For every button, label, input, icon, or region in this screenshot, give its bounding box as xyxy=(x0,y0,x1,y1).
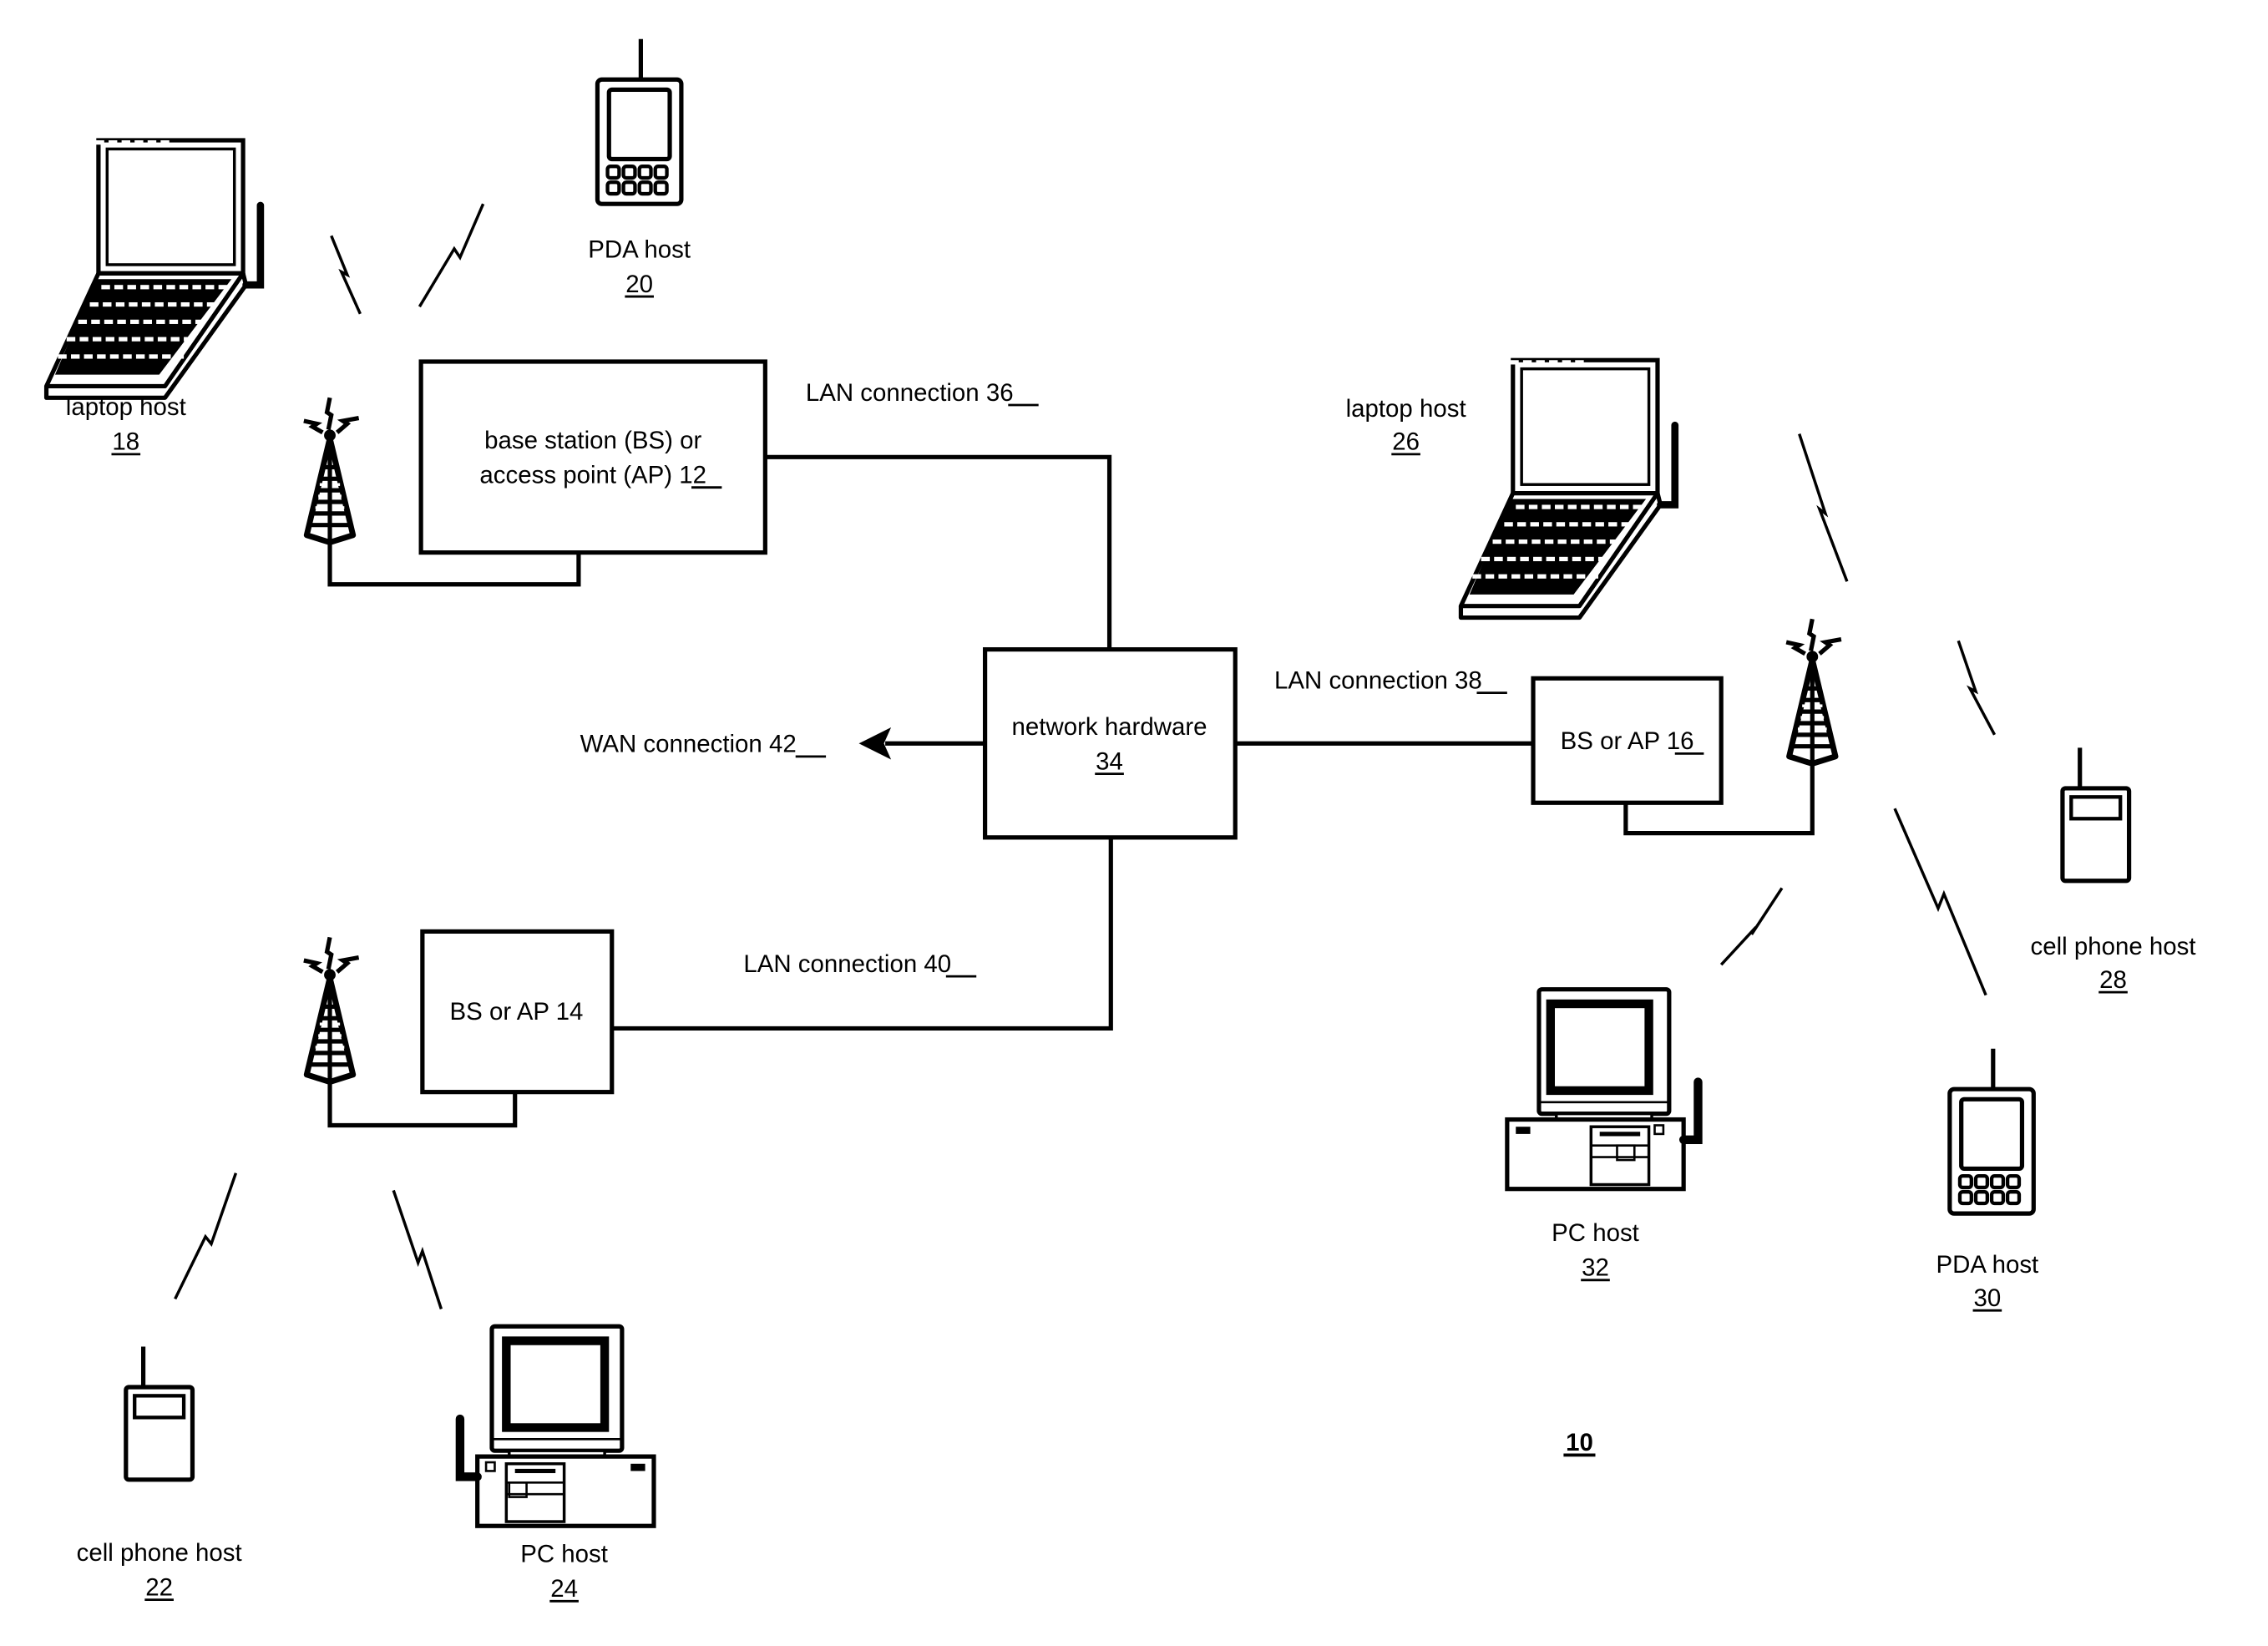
arrowhead-icon xyxy=(858,727,892,760)
host-label: PC host xyxy=(520,1541,608,1568)
base-station-box xyxy=(418,359,767,555)
laptop-icon xyxy=(43,140,261,398)
laptop-host-18: laptop host 18 xyxy=(43,140,261,456)
base-station-16: BS or AP 16 xyxy=(1531,619,1841,836)
host-ref: 22 xyxy=(145,1573,173,1601)
connection-label: WAN connection 42 xyxy=(580,731,797,758)
cell-phone-icon xyxy=(126,1346,193,1479)
base-station-label: base station (BS) or xyxy=(484,427,701,454)
base-station-label: access point (AP) 12 xyxy=(479,461,706,489)
host-label: PC host xyxy=(1552,1219,1639,1247)
lan-connection-36: LAN connection 36 xyxy=(765,379,1112,650)
wireless-link-bolt-icon xyxy=(1957,640,1997,736)
host-ref: 32 xyxy=(1582,1254,1609,1282)
connection-line xyxy=(765,454,1112,650)
base-station-14: BS or AP 14 xyxy=(304,929,615,1128)
network-hardware-ref: 34 xyxy=(1096,747,1123,775)
host-ref: 20 xyxy=(625,271,653,298)
pda-host-30: PDA host 30 xyxy=(1936,1049,2039,1312)
connection-label: LAN connection 40 xyxy=(743,950,951,978)
host-label: laptop host xyxy=(1346,395,1466,423)
tower-icon xyxy=(304,937,359,1081)
laptop-icon xyxy=(1458,360,1675,617)
pc-host-32: PC host 32 xyxy=(1507,990,1698,1282)
pda-host-20: PDA host 20 xyxy=(588,39,691,298)
cell-phone-icon xyxy=(2063,747,2129,880)
host-label: laptop host xyxy=(66,393,186,421)
tower-icon xyxy=(1786,619,1841,763)
pc-host-24: PC host 24 xyxy=(460,1326,654,1603)
host-label: cell phone host xyxy=(2031,933,2196,960)
base-station-label: BS or AP 14 xyxy=(450,998,584,1026)
host-ref: 26 xyxy=(1392,428,1420,456)
lan-connection-40: LAN connection 40 xyxy=(611,837,1113,1031)
wan-connection-42: WAN connection 42 xyxy=(580,727,985,760)
wireless-link-bolt-icon xyxy=(418,203,485,308)
host-label: cell phone host xyxy=(77,1539,242,1567)
laptop-host-26: laptop host 26 xyxy=(1346,360,1675,617)
pda-icon xyxy=(1950,1049,2033,1213)
connection-label: LAN connection 36 xyxy=(806,379,1014,407)
wireless-link-bolt-icon xyxy=(330,235,362,315)
cell-phone-host-22: cell phone host 22 xyxy=(77,1346,242,1601)
base-station-12: base station (BS) or access point (AP) 1… xyxy=(304,359,767,587)
pc-icon xyxy=(1507,990,1698,1189)
host-label: PDA host xyxy=(1936,1251,2039,1279)
wireless-network-diagram: laptop host 18 PDA host 20 cell phone ho… xyxy=(0,0,2196,1603)
host-label: PDA host xyxy=(588,236,691,263)
host-ref: 28 xyxy=(2099,966,2127,994)
lan-connection-38: LAN connection 38 xyxy=(1235,666,1534,746)
base-station-label: BS or AP 16 xyxy=(1561,727,1694,755)
wireless-link-bolt-icon xyxy=(392,1189,443,1309)
figure-reference: 10 xyxy=(1566,1429,1593,1456)
pda-icon xyxy=(597,39,681,204)
host-ref: 30 xyxy=(1973,1284,2001,1312)
cell-phone-host-28: cell phone host 28 xyxy=(2031,747,2196,994)
pc-icon xyxy=(460,1326,654,1526)
network-hardware-label: network hardware xyxy=(1012,713,1207,741)
network-hardware-34: network hardware 34 xyxy=(983,647,1238,840)
connection-line xyxy=(611,837,1113,1031)
tower-icon xyxy=(304,398,359,542)
wireless-link-bolt-icon xyxy=(1798,433,1849,582)
connection-label: LAN connection 38 xyxy=(1274,666,1482,694)
wireless-link-bolt-icon xyxy=(1719,887,1784,966)
network-hardware-box xyxy=(983,647,1238,840)
host-ref: 24 xyxy=(550,1575,578,1603)
wireless-link-bolt-icon xyxy=(174,1172,238,1300)
wireless-link-bolt-icon xyxy=(1893,808,1987,996)
host-ref: 18 xyxy=(112,428,139,456)
